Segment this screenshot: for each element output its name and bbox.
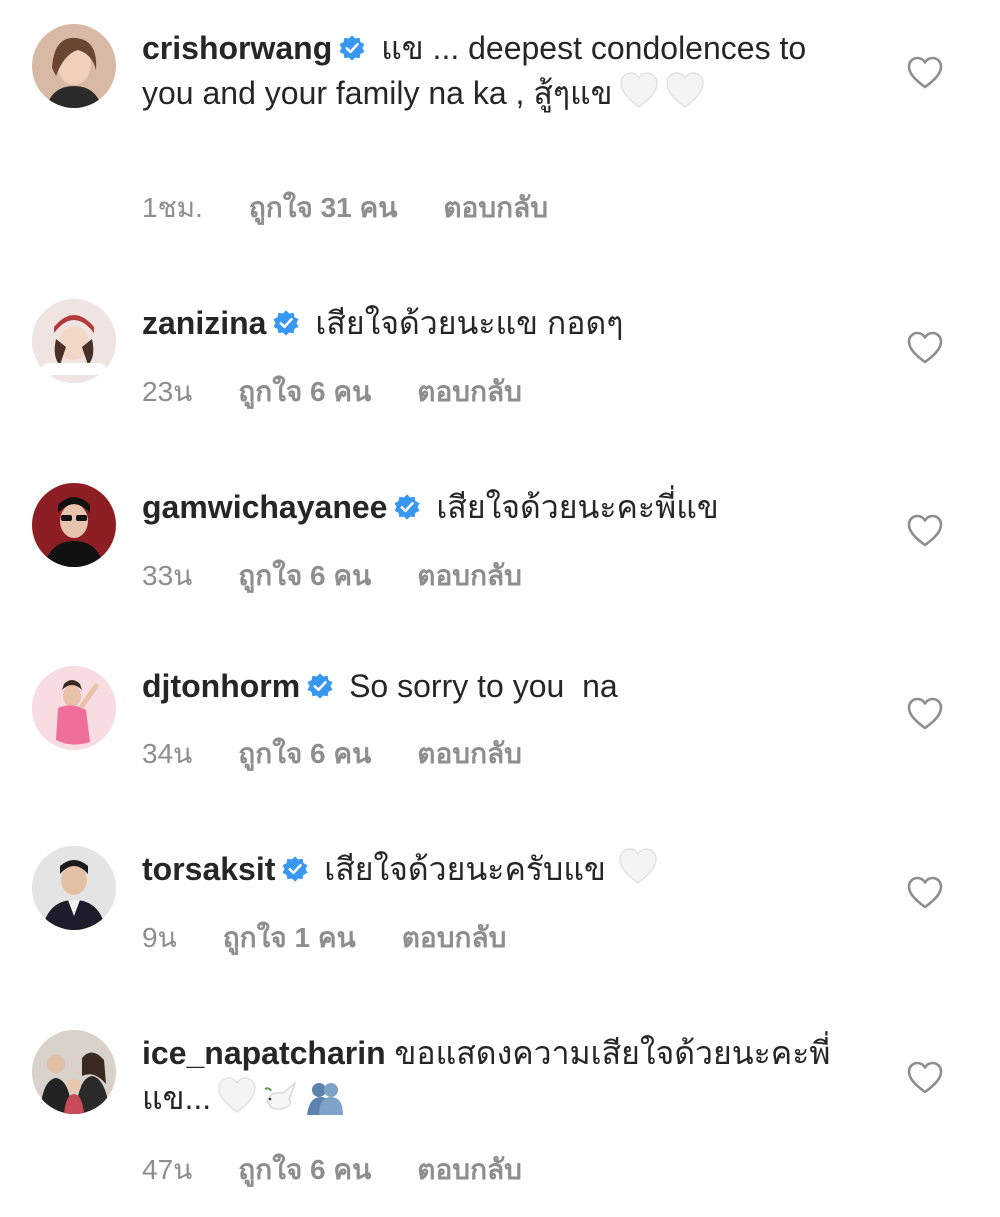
comment-text-block: djtonhorm So sorry to you na [142,664,832,709]
reply-button[interactable]: ตอบกลับ [417,560,522,591]
reply-button[interactable]: ตอบกลับ [443,192,548,223]
comment-username[interactable]: torsaksit [142,851,275,887]
white-heart-emoji-icon [218,1077,256,1113]
comment-meta: 23น ถูกใจ 6 คน ตอบกลับ [142,370,568,414]
comment-username[interactable]: ice_napatcharin [142,1035,386,1071]
verified-badge-icon [307,673,333,699]
reply-button[interactable]: ตอบกลับ [417,738,522,769]
comment-time: 9น [142,922,177,953]
comment-time: 33น [142,560,193,591]
comment-meta: 47น ถูกใจ 6 คน ตอบกลับ [142,1148,568,1192]
white-heart-emoji-icon [619,72,658,108]
comment-time: 1ชม. [142,192,203,223]
verified-badge-icon [282,856,308,882]
avatar[interactable] [32,483,116,567]
comment-username[interactable]: zanizina [142,305,266,341]
comment-likes[interactable]: ถูกใจ 6 คน [238,560,371,591]
comment-text-block: gamwichayanee เสียใจด้วยนะคะพี่แข [142,485,832,530]
avatar[interactable] [32,1030,116,1114]
comment-username[interactable]: gamwichayanee [142,489,387,525]
comment-time: 23น [142,376,193,407]
dove-emoji-icon [264,1081,297,1110]
comment-text-block: crishorwang แข ... deepest condolences t… [142,26,832,116]
heart-outline-icon[interactable] [906,1061,944,1095]
comment-time: 47น [142,1154,193,1185]
reply-button[interactable]: ตอบกลับ [417,1154,522,1185]
comment-likes[interactable]: ถูกใจ 6 คน [238,1154,371,1185]
avatar[interactable] [32,846,116,930]
heart-outline-icon[interactable] [906,331,944,365]
heart-outline-icon[interactable] [906,876,944,910]
reply-button[interactable]: ตอบกลับ [417,376,522,407]
comment-text: So sorry to you na [340,668,618,704]
reply-button[interactable]: ตอบกลับ [402,922,507,953]
comment-username[interactable]: djtonhorm [142,668,300,704]
comment-likes[interactable]: ถูกใจ 31 คน [249,192,398,223]
verified-badge-icon [339,35,365,61]
comment-likes[interactable]: ถูกใจ 6 คน [238,376,371,407]
comment-text: เสียใจด้วยนะครับแข [315,851,606,887]
comment-text: เสียใจด้วยนะแข กอดๆ [306,305,624,341]
comment-meta: 33น ถูกใจ 6 คน ตอบกลับ [142,554,568,598]
heart-outline-icon[interactable] [906,514,944,548]
comment-likes[interactable]: ถูกใจ 1 คน [223,922,356,953]
white-heart-emoji-icon [619,848,657,884]
comment-time: 34น [142,738,193,769]
comment-text-block: torsaksit เสียใจด้วยนะครับแข [142,847,832,892]
heart-outline-icon[interactable] [906,697,944,731]
comment-text: เสียใจด้วยนะคะพี่แข [427,489,719,525]
heart-outline-icon[interactable] [906,56,944,90]
comment-meta: 1ชม. ถูกใจ 31 คน ตอบกลับ [142,186,594,230]
people-hugging-emoji-icon [307,1083,344,1115]
comment-meta: 9น ถูกใจ 1 คน ตอบกลับ [142,916,552,960]
avatar[interactable] [32,299,116,383]
comment-meta: 34น ถูกใจ 6 คน ตอบกลับ [142,732,568,776]
white-heart-emoji-icon [665,72,704,108]
comment-likes[interactable]: ถูกใจ 6 คน [238,738,371,769]
comment-text-block: zanizina เสียใจด้วยนะแข กอดๆ [142,301,832,346]
avatar[interactable] [32,666,116,750]
verified-badge-icon [274,310,299,336]
comment-username[interactable]: crishorwang [142,30,332,66]
verified-badge-icon [394,494,420,520]
avatar[interactable] [32,24,116,108]
comment-text-block: ice_napatcharin ขอแสดงความเสียใจด้วยนะคะ… [142,1031,842,1121]
